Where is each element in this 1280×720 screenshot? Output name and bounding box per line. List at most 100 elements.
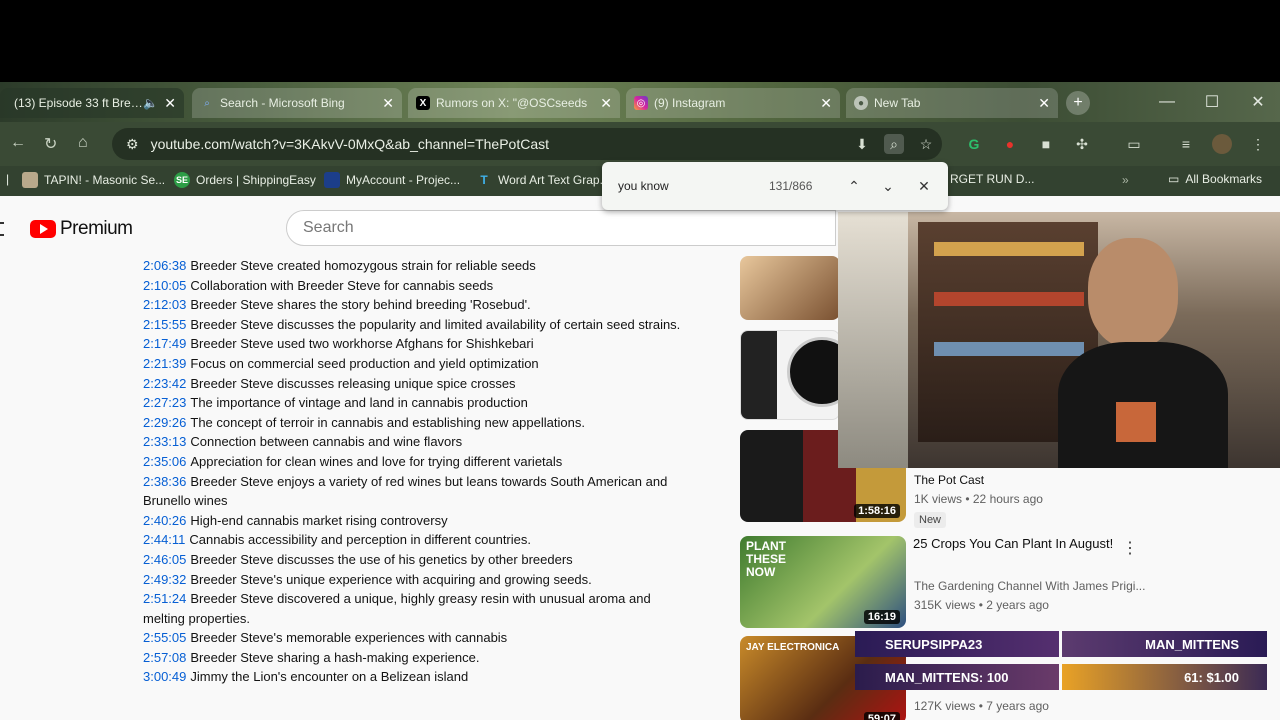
chapter-timestamp-link[interactable]: 2:29:26 (143, 415, 186, 430)
find-count: 131/866 (769, 179, 813, 193)
x-logo-icon: X (416, 96, 430, 110)
chapter-title: Appreciation for clean wines and love fo… (190, 453, 563, 469)
bookmark-shippingeasy[interactable]: SE Orders | ShippingEasy (174, 172, 316, 188)
search-placeholder: Search (303, 219, 354, 236)
chapter-timestamp-link[interactable]: 3:00:49 (143, 669, 186, 684)
close-icon[interactable]: ✕ (382, 95, 394, 112)
chapter-title: Breeder Steve used two workhorse Afghans… (190, 336, 534, 352)
reading-list-icon[interactable]: ≡ (1176, 134, 1196, 154)
puzzle-icon[interactable]: ✣ (1072, 134, 1092, 154)
chapter-row: 2:29:26 The concept of terroir in cannabi… (143, 413, 683, 433)
find-bar: you know 131/866 ⌃ ⌄ ✕ (602, 162, 948, 210)
chevron-up-icon[interactable]: ⌃ (844, 176, 864, 196)
letterbox-top (0, 0, 1280, 82)
chapter-timestamp-link[interactable]: 2:17:49 (143, 336, 186, 351)
bookmark-tapin[interactable]: TAPIN! - Masonic Se... (22, 172, 165, 188)
kebab-menu-icon[interactable]: ⋮ (1248, 134, 1268, 154)
rec-channel[interactable]: The Gardening Channel With James Prigi..… (914, 579, 1145, 593)
youtube-logo[interactable]: Premium (30, 218, 133, 240)
chapter-timestamp-link[interactable]: 2:10:05 (143, 278, 186, 293)
chapter-timestamp-link[interactable]: 2:49:32 (143, 572, 186, 587)
chapter-timestamp-link[interactable]: 2:40:26 (143, 513, 186, 528)
close-icon[interactable]: ✕ (820, 95, 832, 112)
bookmark-wordart[interactable]: T Word Art Text Grap... (476, 172, 609, 188)
avatar[interactable] (1212, 134, 1232, 154)
apps-icon[interactable]: | (6, 172, 9, 186)
rec-thumbnail[interactable]: PLANT THESE NOW 16:19 (740, 536, 906, 628)
chapter-timestamp-link[interactable]: 2:15:55 (143, 317, 186, 332)
hamburger-menu-icon[interactable] (0, 222, 4, 236)
extension-icon[interactable]: ■ (1036, 134, 1056, 154)
bookmark-label: RGET RUN D... (950, 172, 1035, 186)
maximize-icon[interactable]: ☐ (1190, 82, 1234, 122)
bookmark-label: MyAccount - Projec... (346, 173, 461, 187)
alert-banner: 61: $1.00 (1062, 664, 1267, 690)
chrome-icon: ● (854, 96, 868, 110)
extension-red-icon[interactable]: ● (1000, 134, 1020, 154)
bookmark-star-icon[interactable]: ☆ (916, 134, 936, 154)
chapter-row: 2:12:03 Breeder Steve shares the story be… (143, 295, 683, 315)
chevron-right-icon[interactable]: » (1122, 173, 1129, 187)
back-arrow-icon[interactable]: ← (10, 134, 26, 152)
chapter-timestamp-link[interactable]: 2:46:05 (143, 552, 186, 567)
chapter-row: 2:40:26 High-end cannabis market rising c… (143, 511, 683, 531)
rec-thumbnail[interactable] (740, 330, 840, 420)
address-bar[interactable]: ⚙ youtube.com/watch?v=3KAkvV-0MxQ&ab_cha… (112, 128, 942, 160)
tab-x[interactable]: X Rumors on X: "@OSCseeds ✕ (408, 88, 620, 118)
sidebar-icon[interactable]: ▭ (1124, 134, 1144, 154)
bookmark-myaccount[interactable]: MyAccount - Projec... (324, 172, 460, 188)
chapter-title: Breeder Steve sharing a hash-making expe… (190, 649, 480, 665)
rec-thumbnail[interactable] (740, 256, 840, 320)
chapter-timestamp-link[interactable]: 2:33:13 (143, 434, 186, 449)
minimize-icon[interactable]: — (1145, 82, 1189, 122)
install-app-icon[interactable]: ⬇ (852, 134, 872, 154)
chapter-list: 2:06:38 Breeder Steve created homozygous … (143, 244, 683, 720)
grammarly-icon[interactable]: G (964, 134, 984, 154)
zoom-search-icon[interactable]: ⌕ (884, 134, 904, 154)
chapter-timestamp-link[interactable]: 2:55:05 (143, 630, 186, 645)
chapter-timestamp-link[interactable]: 2:21:39 (143, 356, 186, 371)
chapter-timestamp-link[interactable]: 2:38:36 (143, 474, 186, 489)
tab-strip: (13) Episode 33 ft Breede 🔈 ✕ ⌕ Search -… (0, 82, 1280, 122)
chapter-timestamp-link[interactable]: 2:35:06 (143, 454, 186, 469)
close-icon[interactable]: ✕ (164, 95, 176, 112)
toolbar: ← ↻ ⌂ ⚙ youtube.com/watch?v=3KAkvV-0MxQ&… (0, 122, 1280, 166)
tab-bing[interactable]: ⌕ Search - Microsoft Bing ✕ (192, 88, 402, 118)
chapter-timestamp-link[interactable]: 2:27:23 (143, 395, 186, 410)
tab-instagram[interactable]: ◎ (9) Instagram ✕ (626, 88, 840, 118)
tab-title: New Tab (874, 96, 921, 110)
tab-youtube[interactable]: (13) Episode 33 ft Breede 🔈 ✕ (0, 88, 184, 118)
alert-banner: MAN_MITTENS: 100 (855, 664, 1059, 690)
close-icon[interactable]: ✕ (1038, 95, 1050, 112)
webcam-overlay (838, 212, 1280, 468)
rec-meta: 315K views • 2 years ago (914, 598, 1049, 612)
home-icon[interactable]: ⌂ (78, 134, 88, 152)
close-icon[interactable]: ✕ (914, 176, 934, 196)
more-options-icon[interactable]: ⋮ (1122, 538, 1138, 558)
find-input[interactable]: you know (618, 179, 669, 193)
screen: (13) Episode 33 ft Breede 🔈 ✕ ⌕ Search -… (0, 0, 1280, 720)
close-icon[interactable]: ✕ (600, 95, 612, 112)
chapter-timestamp-link[interactable]: 2:23:42 (143, 376, 186, 391)
rec-meta: 127K views • 7 years ago (914, 699, 1049, 713)
reload-icon[interactable]: ↻ (44, 134, 57, 154)
bookmark-target-run[interactable]: RGET RUN D... (950, 172, 1034, 186)
speaker-icon[interactable]: 🔈 (143, 96, 158, 110)
close-window-icon[interactable]: ✕ (1236, 82, 1280, 122)
site-info-icon[interactable]: ⚙ (126, 136, 139, 153)
search-input[interactable]: Search (286, 210, 836, 246)
chapter-timestamp-link[interactable]: 2:57:08 (143, 650, 186, 665)
new-tab-plus-icon[interactable]: + (1066, 91, 1090, 115)
alert-text: MAN_MITTENS (1145, 636, 1239, 652)
chevron-down-icon[interactable]: ⌄ (878, 176, 898, 196)
duration-badge: 16:19 (863, 610, 900, 624)
chapter-title: Breeder Steve shares the story behind br… (190, 297, 531, 313)
tab-new[interactable]: ● New Tab ✕ (846, 88, 1058, 118)
chapter-timestamp-link[interactable]: 2:51:24 (143, 591, 186, 606)
chapter-timestamp-link[interactable]: 2:06:38 (143, 258, 186, 273)
all-bookmarks[interactable]: ▭ All Bookmarks (1168, 172, 1262, 186)
rec-channel[interactable]: The Pot Cast (914, 473, 984, 487)
rec-title[interactable]: 25 Crops You Can Plant In August! (913, 534, 1123, 553)
chapter-timestamp-link[interactable]: 2:44:11 (143, 532, 185, 547)
chapter-timestamp-link[interactable]: 2:12:03 (143, 297, 186, 312)
